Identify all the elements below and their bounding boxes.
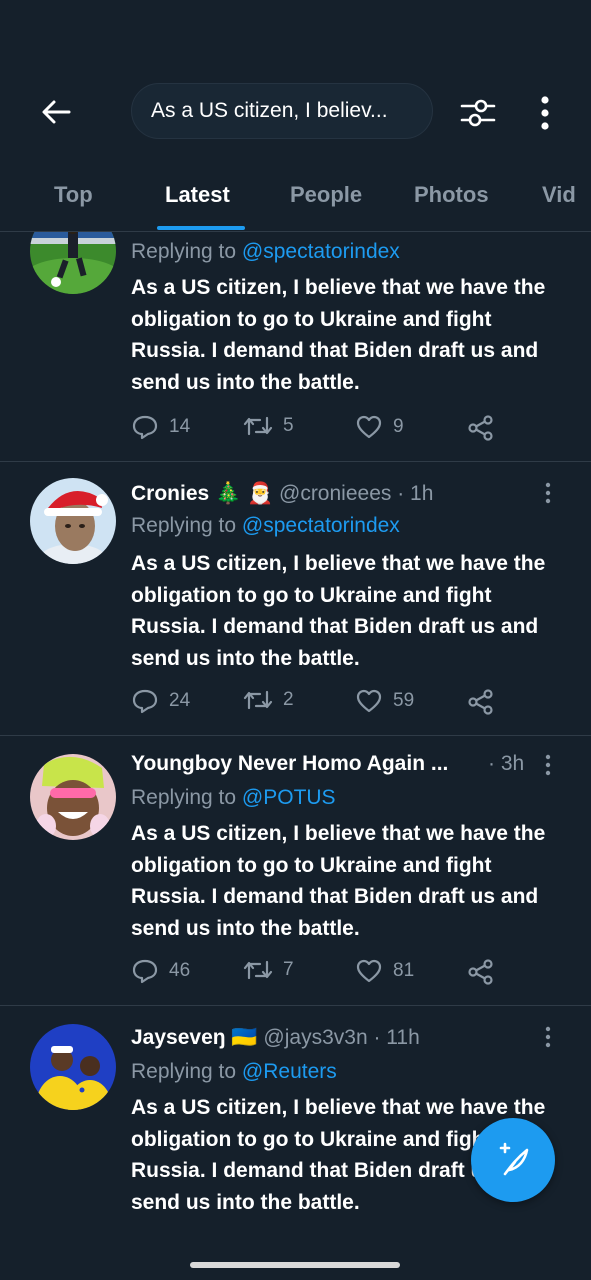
tweet-text: As a US citizen, I believe that we have …: [131, 552, 546, 670]
tweet[interactable]: Cronies 🎄 🎅 @cronieees · 1h Replying to …: [0, 462, 591, 736]
more-options-icon[interactable]: [540, 752, 556, 778]
search-input[interactable]: As a US citizen, I believ...: [131, 83, 433, 139]
share-icon: [468, 959, 493, 985]
display-name[interactable]: Jayseveŋ 🇺🇦: [131, 1026, 258, 1049]
reply-count: 46: [169, 960, 191, 981]
retweet-icon: [243, 960, 273, 980]
reply-button[interactable]: 24: [131, 688, 190, 714]
avatar[interactable]: [30, 1024, 116, 1110]
filter-icon: [460, 99, 496, 127]
reply-icon: [132, 959, 158, 984]
more-vertical-icon: [541, 96, 549, 130]
retweet-count: 7: [283, 959, 294, 980]
share-icon: [468, 415, 493, 441]
reply-handle-link[interactable]: @Reuters: [242, 1060, 337, 1083]
tab-top[interactable]: Top: [54, 182, 93, 208]
tab-photos[interactable]: Photos: [414, 182, 489, 208]
reply-handle-link[interactable]: @spectatorindex: [242, 514, 400, 537]
avatar[interactable]: [30, 478, 116, 564]
tweet-actions: 46 7 81: [131, 958, 511, 988]
reply-handle-link[interactable]: @spectatorindex: [242, 240, 400, 263]
replying-to: Replying to @POTUS: [131, 786, 336, 810]
tweet-actions: 14 5 9: [131, 414, 511, 444]
back-button[interactable]: [36, 92, 76, 132]
search-filter-button[interactable]: [458, 93, 498, 133]
reply-count: 14: [169, 416, 191, 437]
tab-people[interactable]: People: [290, 182, 362, 208]
tweet-header: Cronies 🎄 🎅 @cronieees · 1h: [131, 482, 433, 506]
like-button[interactable]: 81: [355, 958, 414, 984]
retweet-icon: [243, 690, 273, 710]
replying-to: Replying to @Reuters: [131, 1060, 337, 1084]
retweet-count: 2: [283, 689, 294, 710]
reply-icon: [132, 415, 158, 440]
home-indicator[interactable]: [190, 1262, 400, 1268]
compose-icon: [499, 1142, 529, 1176]
display-name[interactable]: Cronies 🎄 🎅: [131, 482, 273, 505]
more-options-icon[interactable]: [540, 480, 556, 506]
display-name[interactable]: Youngboy Never Homo Again ...: [131, 752, 448, 775]
tab-videos[interactable]: Vid: [542, 182, 576, 208]
back-arrow-icon: [42, 100, 71, 124]
user-handle[interactable]: @cronieees: [279, 482, 391, 505]
user-handle[interactable]: @jays3v3n: [263, 1026, 367, 1049]
like-count: 81: [393, 960, 415, 981]
compose-tweet-button[interactable]: [471, 1118, 555, 1202]
like-icon: [356, 959, 382, 983]
tweet-header: Youngboy Never Homo Again ...: [131, 752, 448, 776]
tweet[interactable]: Youngboy Never Homo Again ... · 3h Reply…: [0, 736, 591, 1006]
replying-label: Replying to: [131, 786, 242, 809]
more-options-button[interactable]: [530, 93, 560, 133]
retweet-button[interactable]: 5: [243, 414, 294, 438]
search-tabs: Top Latest People Photos Vid: [0, 170, 591, 232]
tweet-text: As a US citizen, I believe that we have …: [131, 822, 546, 940]
retweet-count: 5: [283, 415, 294, 436]
tab-latest[interactable]: Latest: [165, 182, 230, 208]
tweet-header: Jayseveŋ 🇺🇦 @jays3v3n · 11h: [131, 1026, 420, 1050]
search-header: As a US citizen, I believ... Top Latest …: [0, 0, 591, 232]
replying-to: Replying to @spectatorindex: [131, 240, 400, 264]
like-icon: [356, 689, 382, 713]
replying-to: Replying to @spectatorindex: [131, 514, 400, 538]
tweet-actions: 24 2 59: [131, 688, 511, 718]
reply-count: 24: [169, 690, 191, 711]
retweet-button[interactable]: 7: [243, 958, 294, 982]
reply-button[interactable]: 14: [131, 414, 190, 440]
reply-button[interactable]: 46: [131, 958, 190, 984]
like-count: 9: [393, 416, 404, 437]
more-options-icon[interactable]: [540, 1024, 556, 1050]
share-button[interactable]: [467, 414, 495, 442]
like-button[interactable]: 59: [355, 688, 414, 714]
search-query: As a US citizen, I believ...: [151, 99, 388, 122]
replying-label: Replying to: [131, 514, 242, 537]
share-button[interactable]: [467, 958, 495, 986]
reply-handle-link[interactable]: @POTUS: [242, 786, 336, 809]
like-count: 59: [393, 690, 415, 711]
retweet-button[interactable]: 2: [243, 688, 294, 712]
active-tab-indicator: [157, 226, 245, 230]
share-button[interactable]: [467, 688, 495, 716]
like-button[interactable]: 9: [355, 414, 404, 440]
reply-icon: [132, 689, 158, 714]
retweet-icon: [243, 416, 273, 436]
share-icon: [468, 689, 493, 715]
tweet-time: · 1h: [397, 482, 434, 505]
like-icon: [356, 415, 382, 439]
replying-label: Replying to: [131, 1060, 242, 1083]
avatar[interactable]: [30, 754, 116, 840]
tweet-time: · 11h: [373, 1026, 420, 1049]
tweet-time: · 3h: [488, 752, 525, 775]
tweet-text: As a US citizen, I believe that we have …: [131, 276, 546, 394]
replying-label: Replying to: [131, 240, 242, 263]
